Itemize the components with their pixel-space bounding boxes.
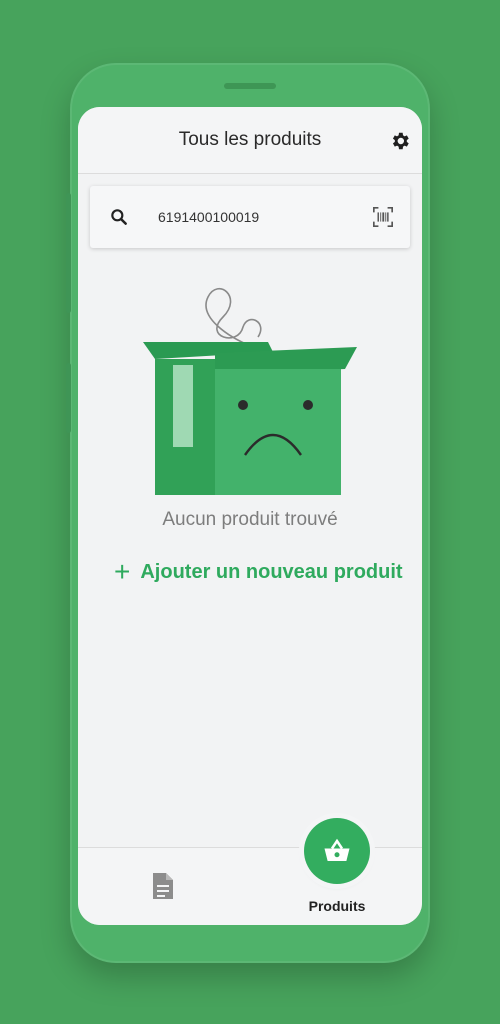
plus-icon: + [114, 556, 131, 587]
document-icon[interactable] [151, 871, 175, 901]
search-input[interactable] [158, 204, 358, 230]
basket-icon [324, 838, 350, 861]
barcode-scan-icon[interactable] [372, 206, 394, 228]
gear-icon[interactable] [389, 130, 411, 152]
add-product-label: Ajouter un nouveau produit [140, 560, 403, 583]
search-bar [90, 186, 410, 248]
sad-box-illustration [143, 287, 357, 495]
nav-item-produits[interactable] [304, 818, 370, 884]
search-icon[interactable] [109, 207, 129, 227]
app-screen: Tous les produits 6191400100019 Aucun pr… [78, 107, 422, 925]
empty-state-message: Aucun produit trouvé [162, 509, 338, 530]
add-product-link[interactable]: + Ajouter un nouveau produit [114, 557, 403, 587]
page-title: Tous les produits [178, 129, 322, 150]
side-button [66, 193, 71, 313]
speaker [224, 83, 276, 89]
nav-label-produits: Produits [308, 898, 366, 914]
side-button [66, 363, 71, 433]
bottom-nav: Produits [78, 818, 422, 925]
app-header: Tous les produits [78, 107, 422, 174]
